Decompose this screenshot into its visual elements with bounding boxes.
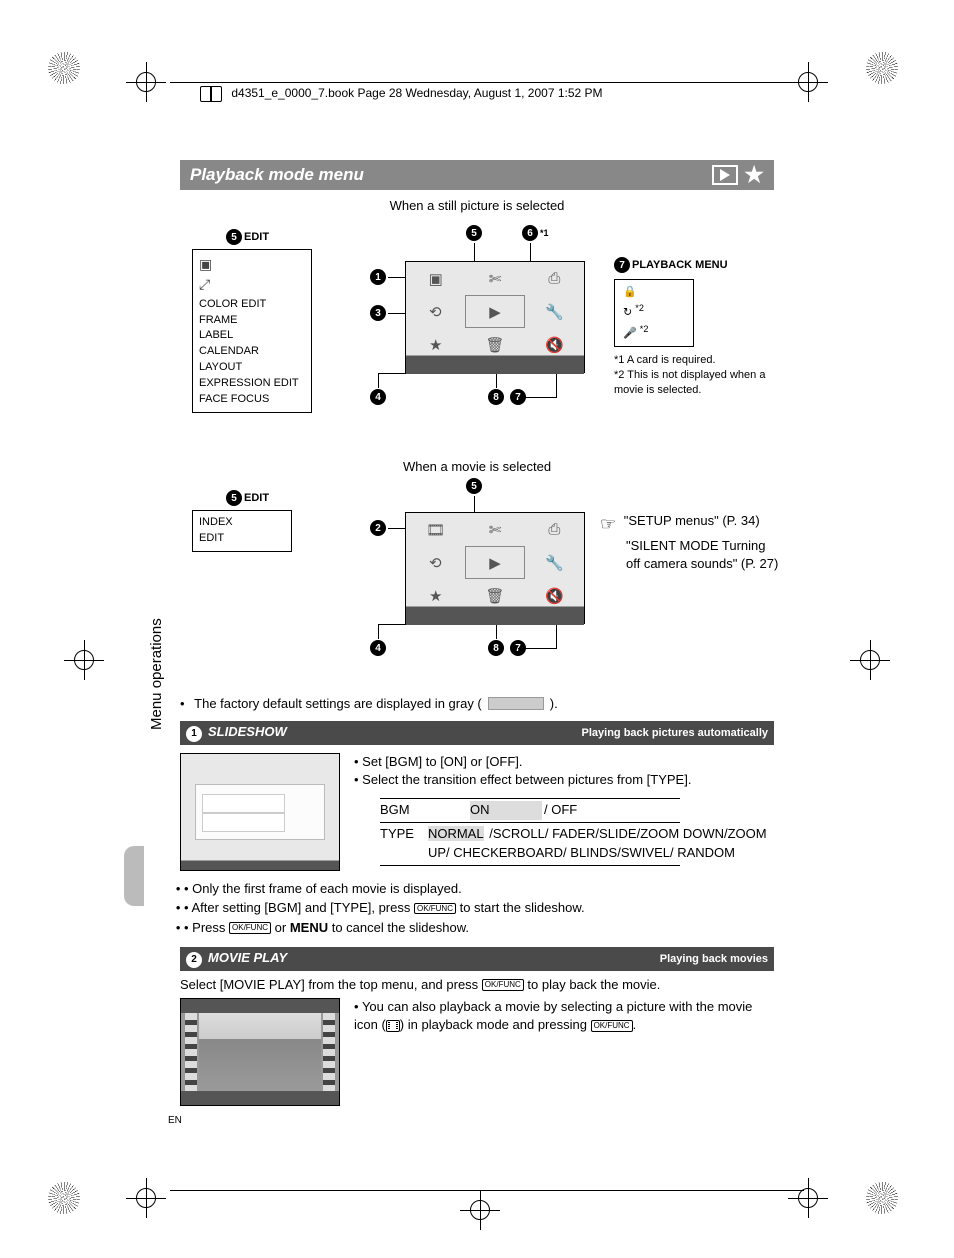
favorite-icon: ★ xyxy=(429,336,442,354)
okfunc-button-icon: OK/FUNC xyxy=(414,903,456,915)
footnote-1: *1 A card is required. *2 This is not di… xyxy=(614,353,774,398)
regmark xyxy=(64,640,104,680)
edit-item: EDIT xyxy=(199,531,285,547)
setup-icon: 🔧 xyxy=(545,554,564,572)
slideshow-icon: ▣ xyxy=(429,270,443,288)
edit-movie-box: INDEX EDIT xyxy=(192,510,292,552)
edit-item: LABEL xyxy=(199,328,305,344)
factory-default-note: • The factory default settings are displ… xyxy=(180,696,774,711)
slideshow-header: 1SLIDESHOW Playing back pictures automat… xyxy=(180,721,774,745)
page-lang: EN xyxy=(168,1115,182,1126)
edit-item: FACE FOCUS xyxy=(199,392,305,408)
book-header: d4351_e_0000_7.book Page 28 Wednesday, A… xyxy=(200,86,603,102)
side-tab xyxy=(124,846,144,906)
edit-item: LAYOUT xyxy=(199,360,305,376)
book-icon xyxy=(200,86,222,102)
okfunc-button-icon: OK/FUNC xyxy=(591,1020,633,1032)
silent-icon: 🔇 xyxy=(545,336,564,354)
callout-2m: 2 xyxy=(370,520,386,536)
section-title: Playback mode menu xyxy=(190,165,364,185)
side-label: Menu operations xyxy=(148,618,165,730)
regmark xyxy=(460,1190,500,1230)
play-icon: ▶ xyxy=(489,303,501,321)
scissors-icon: ✄ xyxy=(489,521,502,539)
callout-3: 3 xyxy=(370,305,386,321)
regmark xyxy=(48,52,88,92)
callout-4: 4 xyxy=(370,389,386,405)
regmark xyxy=(850,640,890,680)
pointer-icon: ☞ xyxy=(600,512,616,537)
edit-item: FRAME xyxy=(199,313,305,329)
header-rule xyxy=(170,82,804,83)
callout-5: 5 xyxy=(466,225,482,241)
regmark xyxy=(788,1178,828,1218)
callout-7-playback: 7 PLAYBACK MENU xyxy=(614,257,728,273)
print-icon: ⎙ xyxy=(548,521,560,538)
silent-icon: 🔇 xyxy=(545,587,564,605)
callout-5-edit: 5 EDIT xyxy=(226,229,269,245)
favorite-icon: ★ xyxy=(429,587,442,605)
rotate-icon: ↻ *2 xyxy=(623,301,685,322)
regmark xyxy=(48,1182,88,1222)
crop-icon: ⤢ xyxy=(199,276,210,292)
favorite-mode-icon: ★ xyxy=(744,164,764,186)
gray-swatch xyxy=(488,697,544,710)
menu-grid-movie: 🎞 ✄ ⎙ ⟲ ▶ 🔧 ★ 🗑 🔇 xyxy=(405,512,585,624)
edit-item: COLOR EDIT xyxy=(199,297,305,313)
movie-thumbnail xyxy=(180,998,340,1106)
regmark xyxy=(126,62,166,102)
slideshow-description: • Set [BGM] to [ON] or [OFF]. • Select t… xyxy=(354,753,774,871)
playback-mode-icon xyxy=(712,165,738,185)
edit-item: INDEX xyxy=(199,515,285,531)
okfunc-button-icon: OK/FUNC xyxy=(229,922,271,934)
setup-icon: 🔧 xyxy=(545,303,564,321)
scissors-icon: ✄ xyxy=(489,270,502,288)
movieplay-intro: Select [MOVIE PLAY] from the top menu, a… xyxy=(180,977,774,992)
still-label: When a still picture is selected xyxy=(180,198,774,213)
see-also-refs: ☞ "SETUP menus" (P. 34) "SILENT MODE Tur… xyxy=(600,512,780,574)
slideshow-screen xyxy=(180,753,340,871)
lock-icon: 🔒 xyxy=(623,284,685,301)
callout-8: 8 xyxy=(488,389,504,405)
perfect-fix-icon: ⟲ xyxy=(429,554,442,572)
callout-1: 1 xyxy=(370,269,386,285)
regmark xyxy=(866,52,906,92)
erase-icon: 🗑 xyxy=(485,336,504,354)
slideshow-notes: • Only the first frame of each movie is … xyxy=(180,879,774,938)
slideshow-table: BGM ON / OFF TYPE NORMAL /SCROLL/ FADER/… xyxy=(380,798,774,866)
erase-icon: 🗑 xyxy=(485,587,504,605)
edit-item: EXPRESSION EDIT xyxy=(199,376,305,392)
movie-label: When a movie is selected xyxy=(180,459,774,474)
print-icon: ⎙ xyxy=(548,270,560,287)
playback-menu-box: 🔒 ↻ *2 🎤 *2 xyxy=(614,279,694,347)
section-title-bar: Playback mode menu ★ xyxy=(180,160,774,190)
callout-6: 6*1 xyxy=(522,225,549,241)
movie-inline-icon xyxy=(386,1020,400,1032)
okfunc-button-icon: OK/FUNC xyxy=(482,979,524,991)
movieplay-description: • You can also playback a movie by selec… xyxy=(354,998,774,1036)
footer-rule xyxy=(170,1190,804,1191)
callout-8m: 8 xyxy=(488,640,504,656)
movie-play-icon: 🎞 xyxy=(426,521,445,539)
movieplay-header: 2MOVIE PLAY Playing back movies xyxy=(180,947,774,971)
callout-5-edit-movie: 5 EDIT xyxy=(226,490,269,506)
regmark xyxy=(126,1178,166,1218)
perfect-fix-icon: ⟲ xyxy=(429,303,442,321)
callout-4m: 4 xyxy=(370,640,386,656)
regmark xyxy=(866,1182,906,1222)
menu-grid-still: ▣ ✄ ⎙ ⟲ ▶ 🔧 ★ 🗑 🔇 xyxy=(405,261,585,373)
edit-item: CALENDAR xyxy=(199,344,305,360)
book-header-text: d4351_e_0000_7.book Page 28 Wednesday, A… xyxy=(231,86,602,100)
voice-icon: 🎤 *2 xyxy=(623,322,685,343)
playback-small-icon: ▣ xyxy=(199,256,212,272)
callout-5m: 5 xyxy=(466,478,482,494)
play-icon: ▶ xyxy=(489,554,501,572)
edit-still-box: ▣ ⤢ COLOR EDIT FRAME LABEL CALENDAR LAYOU… xyxy=(192,249,312,413)
